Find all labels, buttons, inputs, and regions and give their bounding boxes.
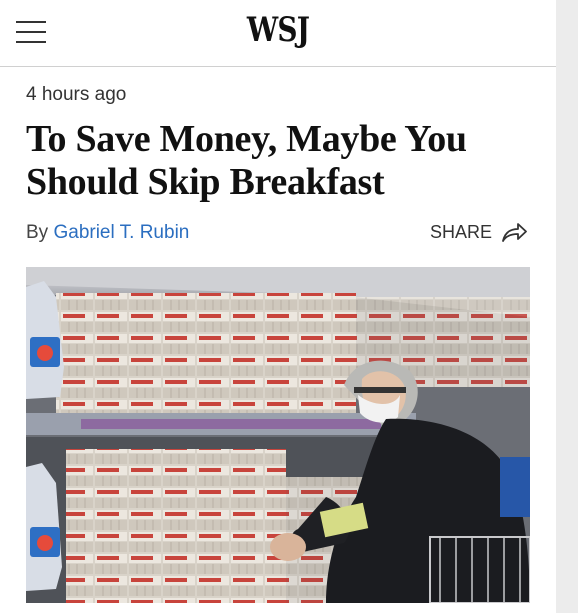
share-button[interactable]: SHARE: [430, 220, 528, 244]
byline: By Gabriel T. Rubin: [26, 222, 189, 244]
byline-prefix: By: [26, 222, 49, 243]
hamburger-menu-icon[interactable]: [16, 21, 46, 43]
article-timestamp: 4 hours ago: [26, 84, 127, 105]
article-photo[interactable]: [26, 267, 530, 603]
wsj-logo[interactable]: WSJ: [50, 10, 506, 50]
article-page: WSJ 4 hours ago To Save Money, Maybe You…: [0, 0, 556, 613]
share-label: SHARE: [429, 221, 492, 242]
headline-line-1: To Save Money, Maybe You: [26, 118, 467, 160]
headline-line-2: Should Skip Breakfast: [26, 161, 385, 203]
site-header: WSJ: [0, 0, 556, 67]
author-link[interactable]: Gabriel T. Rubin: [53, 222, 189, 243]
egg-aisle-shopper-photo: [26, 267, 530, 603]
share-arrow-icon: [502, 223, 527, 242]
article-headline[interactable]: To Save Money, Maybe You Should Skip Bre…: [26, 118, 536, 204]
